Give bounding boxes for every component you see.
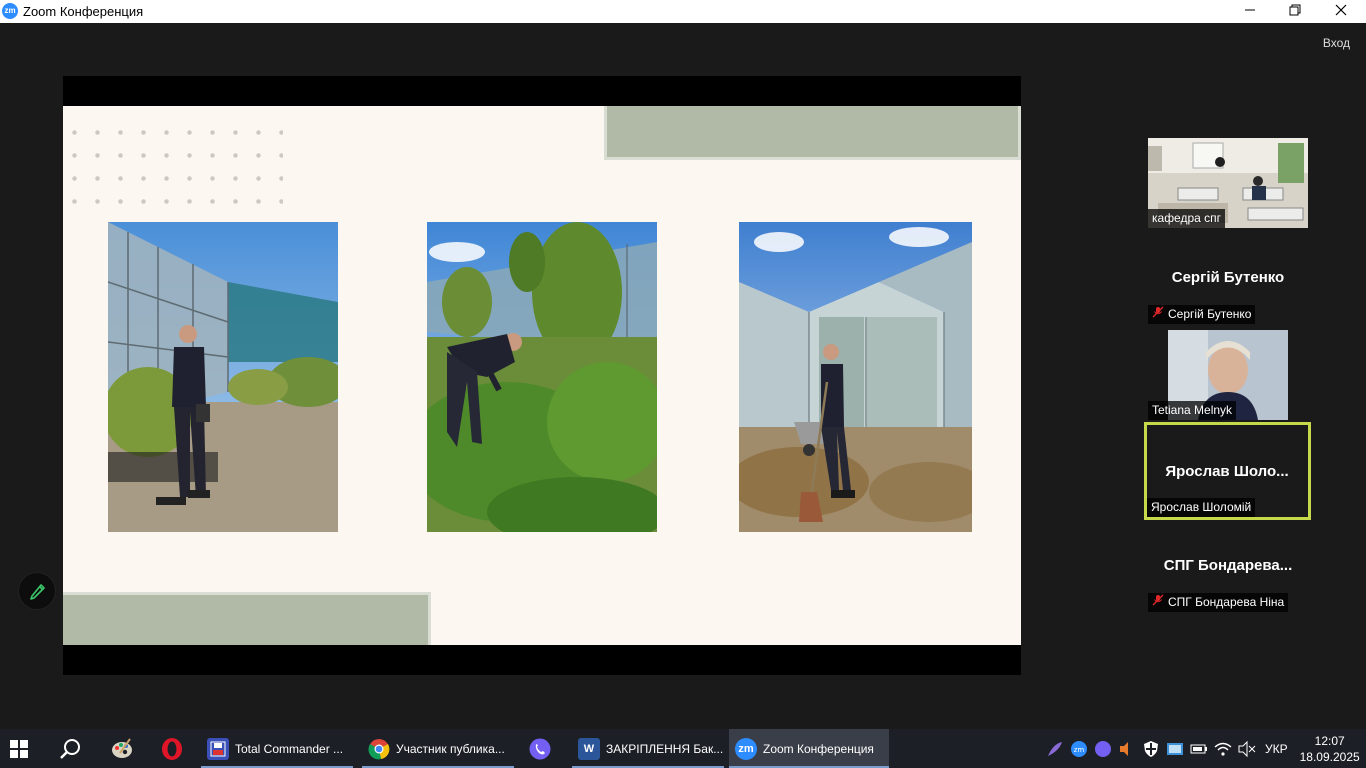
- minimize-button[interactable]: [1227, 0, 1273, 23]
- taskbar: Total Commander ... Участник публика... …: [0, 729, 1366, 768]
- search-icon: [60, 738, 80, 759]
- viber-app-button[interactable]: [528, 729, 558, 768]
- slide-photo-2: [427, 222, 657, 532]
- feather-icon[interactable]: [1045, 739, 1065, 759]
- word-icon: W: [578, 737, 600, 760]
- participant-label-5: СПГ Бондарева Ніна: [1148, 593, 1289, 612]
- wifi-icon[interactable]: [1213, 739, 1233, 759]
- battery-icon[interactable]: [1189, 739, 1209, 759]
- muted-mic-icon: [1152, 593, 1164, 612]
- system-tray: zm УКР 12:07 18.09.2025: [1045, 729, 1360, 768]
- window-title: Zoom Конференция: [23, 4, 144, 19]
- zoom-icon: zm: [735, 737, 757, 760]
- svg-text:zm: zm: [1074, 746, 1085, 754]
- chrome-icon: [368, 738, 390, 760]
- participant-name-2: Сергій Бутенко: [1171, 269, 1285, 286]
- shared-screen: [63, 76, 1021, 675]
- meeting-area: Вход кафедра спг Сергій Бутенко Сергій Б…: [0, 23, 1366, 729]
- clock-time: 12:07: [1314, 733, 1345, 748]
- taskbar-app-word[interactable]: W ЗАКРІПЛЕННЯ Бак...: [572, 729, 724, 768]
- volume-muted-icon[interactable]: [1237, 739, 1257, 759]
- participant-tile-1[interactable]: кафедра спг: [1148, 138, 1308, 228]
- opera-app-button[interactable]: [160, 729, 190, 768]
- presentation-slide: [63, 106, 1021, 645]
- participant-label-3: Tetiana Melnyk: [1148, 401, 1237, 420]
- close-icon: [1335, 4, 1347, 16]
- opera-icon: [162, 737, 182, 760]
- palette-icon: [112, 737, 132, 758]
- participant-tile-4-active-speaker[interactable]: Ярослав Шоло... Ярослав Шоломій: [1144, 422, 1311, 520]
- slide-photo-3: [739, 222, 972, 532]
- participant-label-2: Сергій Бутенко: [1148, 305, 1256, 324]
- clock[interactable]: 12:07 18.09.2025: [1300, 733, 1360, 765]
- windows-icon: [10, 739, 28, 758]
- annotate-button[interactable]: [18, 572, 56, 610]
- viber-icon: [529, 738, 551, 759]
- slide-decoration-top: [604, 106, 1021, 160]
- slide-dot-pattern: [63, 121, 283, 221]
- taskbar-app-total-commander[interactable]: Total Commander ...: [201, 729, 353, 768]
- slide-decoration-bottom: [63, 592, 431, 645]
- slide-photo-1: [108, 222, 338, 532]
- pencil-icon: [30, 584, 45, 600]
- participant-label-4: Ярослав Шоломій: [1147, 498, 1256, 517]
- floppy-icon: [207, 737, 229, 760]
- signin-link[interactable]: Вход: [1323, 36, 1350, 50]
- viber-tray-icon[interactable]: [1093, 739, 1113, 759]
- zoom-logo-icon: zm: [2, 3, 18, 19]
- taskbar-app-zoom[interactable]: zm Zoom Конференция: [729, 729, 889, 768]
- title-bar: zm Zoom Конференция: [0, 0, 1366, 23]
- muted-mic-icon: [1152, 305, 1164, 324]
- participant-name-5: СПГ Бондарева...: [1163, 557, 1293, 574]
- zoom-tray-icon[interactable]: zm: [1069, 739, 1089, 759]
- close-button[interactable]: [1318, 0, 1364, 23]
- shield-icon[interactable]: [1141, 739, 1161, 759]
- participant-name-4: Ярослав Шоло...: [1165, 463, 1289, 480]
- minimize-icon: [1245, 9, 1255, 11]
- speaker-muted-icon[interactable]: [1117, 739, 1137, 759]
- restore-button[interactable]: [1272, 0, 1318, 23]
- participant-label-1: кафедра спг: [1148, 209, 1226, 228]
- participant-tile-3[interactable]: Tetiana Melnyk: [1148, 330, 1308, 420]
- taskbar-app-chrome[interactable]: Участник публика...: [362, 729, 514, 768]
- participant-tile-2[interactable]: Сергій Бутенко Сергій Бутенко: [1148, 234, 1308, 324]
- participant-tile-5[interactable]: СПГ Бондарева... СПГ Бондарева Ніна: [1148, 522, 1308, 612]
- start-button[interactable]: [10, 729, 40, 768]
- clock-date: 18.09.2025: [1299, 749, 1360, 764]
- keyboard-icon[interactable]: [1165, 739, 1185, 759]
- search-button[interactable]: [60, 729, 90, 768]
- paint-app-button[interactable]: [110, 729, 140, 768]
- language-indicator[interactable]: УКР: [1265, 742, 1288, 756]
- restore-icon: [1289, 4, 1301, 16]
